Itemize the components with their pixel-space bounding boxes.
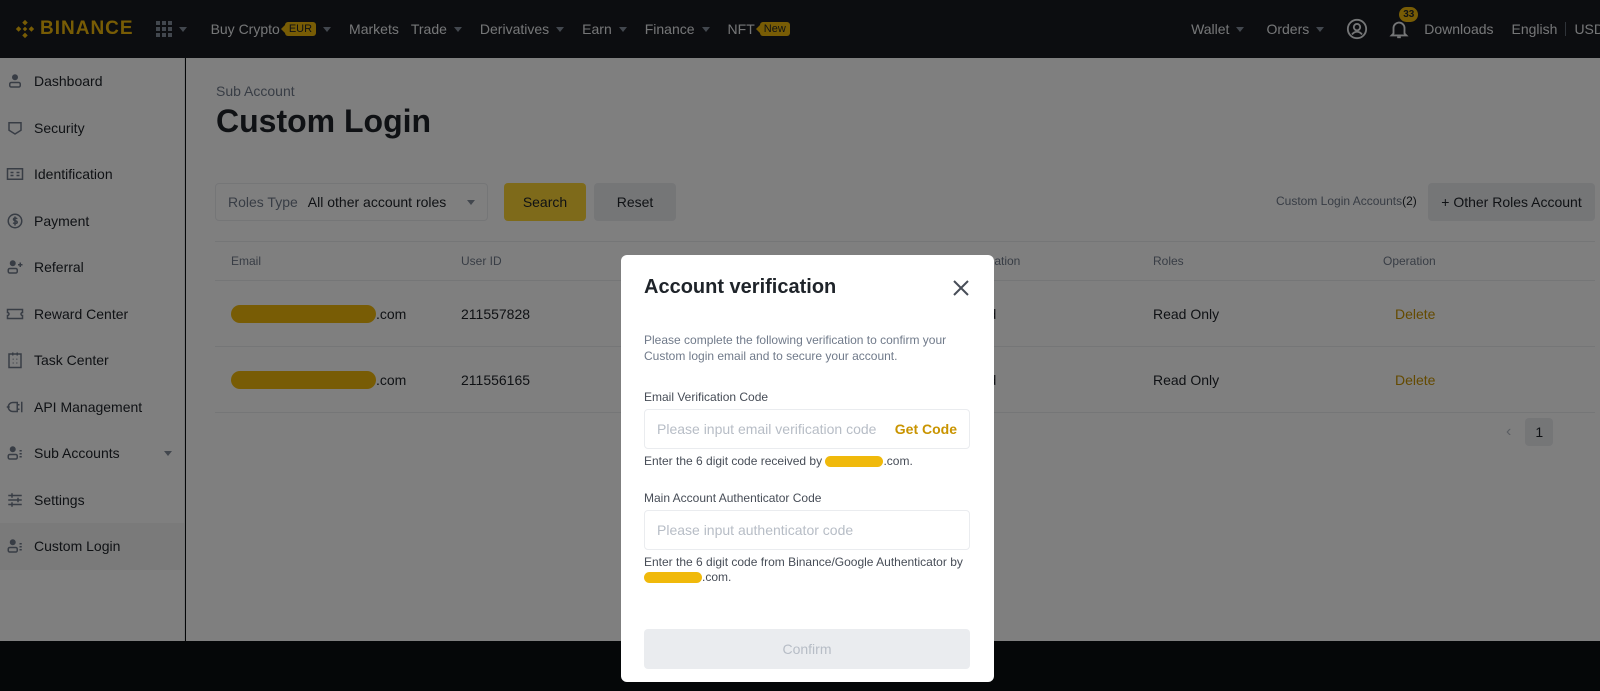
modal-title: Account verification xyxy=(644,276,837,298)
hint-suffix: .com. xyxy=(702,570,732,584)
auth-code-input[interactable] xyxy=(657,522,957,538)
hint-text: Enter the 6 digit code received by xyxy=(644,454,826,468)
redacted-email xyxy=(644,572,702,584)
auth-code-field xyxy=(644,510,970,550)
redacted-email xyxy=(825,456,884,468)
email-code-input[interactable] xyxy=(657,421,885,437)
hint-suffix: .com. xyxy=(883,454,913,468)
email-code-hint: Enter the 6 digit code received by .com. xyxy=(644,454,974,469)
modal-description: Please complete the following verificati… xyxy=(644,333,947,363)
confirm-button[interactable]: Confirm xyxy=(644,629,970,669)
close-icon[interactable] xyxy=(952,279,970,297)
email-code-label: Email Verification Code xyxy=(644,390,769,404)
get-code-button[interactable]: Get Code xyxy=(895,421,957,437)
hint-text: Enter the 6 digit code from Binance/Goog… xyxy=(644,555,963,569)
auth-code-hint: Enter the 6 digit code from Binance/Goog… xyxy=(644,555,974,585)
page: BINANCE Buy Crypto EUR Markets Trade Der… xyxy=(0,0,1600,691)
email-code-field: Get Code xyxy=(644,409,970,449)
account-verification-modal: Account verification Please complete the… xyxy=(621,255,994,682)
auth-code-label: Main Account Authenticator Code xyxy=(644,491,822,505)
